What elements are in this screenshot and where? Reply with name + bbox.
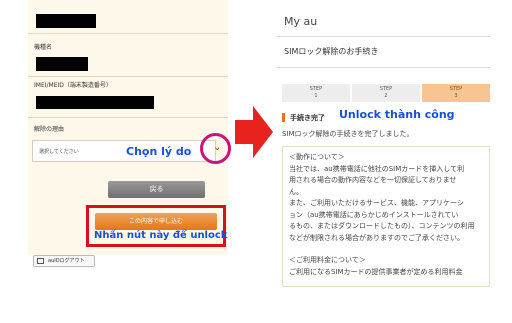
annotation-press-button: Nhấn nút này để unlock <box>94 230 228 241</box>
notice-line: るもの、またはダウンロードしたもの）、コンテンツの利用 <box>289 222 475 230</box>
redacted-model <box>36 57 88 71</box>
divider <box>276 36 490 37</box>
notice-line: また、ご利用いただけるサービス、機能、アプリケーシ <box>289 199 464 207</box>
submit-highlight-frame: この内容で申し込む Nhấn nút này để unlock <box>86 205 228 247</box>
reason-label: 解除の理由 <box>34 126 65 133</box>
brand-title: My au <box>284 15 318 28</box>
notice-line: などが制限される場合がありますのでご了承ください。 <box>289 233 464 242</box>
step-number: 1 <box>314 93 318 99</box>
logout-label: auIDログアウト <box>48 258 85 264</box>
divider <box>276 67 490 68</box>
annotation-unlock-success: Unlock thành công <box>339 108 455 121</box>
notice-line: ＜動作について＞ <box>289 153 345 161</box>
step-number: 3 <box>454 93 458 99</box>
step-indicator: STEP 1 STEP 2 STEP 3 <box>282 84 490 102</box>
page-title: SIMロック解除のお手続き <box>284 47 379 56</box>
heading-accent-bar <box>282 113 285 122</box>
notice-line: ＜ご利用料金について＞ <box>289 256 366 264</box>
divider <box>28 76 228 77</box>
sim-unlock-form: 機種名 IMEI/MEID（端末製造番号） 解除の理由 選択してください Chọ… <box>28 0 228 255</box>
dropdown-highlight-circle: ⌄ <box>200 133 231 164</box>
reason-select-placeholder: 選択してください <box>39 149 79 155</box>
redacted-value <box>36 14 96 28</box>
red-arrow-icon <box>235 106 273 158</box>
model-label: 機種名 <box>34 44 53 51</box>
step-label: STEP <box>449 86 463 92</box>
notice-line: 当社では、au携帯電話に他社のSIMカードを挿入して利 <box>289 164 465 173</box>
redacted-imei <box>36 96 154 109</box>
step-3: STEP 3 <box>422 84 490 102</box>
reason-select[interactable]: 選択してください Chọn lý do <box>32 140 216 162</box>
done-message: SIMロック解除の手続きを完了しました。 <box>282 130 414 138</box>
unlock-complete-page: My au SIMロック解除のお手続き STEP 1 STEP 2 STEP 3… <box>276 0 512 290</box>
done-heading-row: 手続き完了 Unlock thành công <box>282 108 492 124</box>
back-button[interactable]: 戻る <box>108 181 205 198</box>
step-label: STEP <box>379 86 393 92</box>
submit-button[interactable]: この内容で申し込む <box>95 213 217 230</box>
chevron-down-icon[interactable]: ⌄ <box>213 143 221 153</box>
logout-icon <box>37 258 44 264</box>
step-label: STEP <box>309 86 323 92</box>
divider <box>28 33 228 34</box>
done-heading: 手続き完了 <box>290 114 325 122</box>
annotation-select-reason: Chọn lý do <box>126 145 192 158</box>
notice-line: ご利用になるSIMカードの提供事業者が定める利用料金 <box>289 267 463 276</box>
notice-line: ョン（au携帯電話にあらかじめインストールされてい <box>289 210 459 219</box>
step-1: STEP 1 <box>282 84 350 102</box>
divider <box>28 117 228 118</box>
step-number: 2 <box>384 93 388 99</box>
logout-button[interactable]: auIDログアウト <box>33 255 95 267</box>
step-2: STEP 2 <box>352 84 420 102</box>
notice-line: 用される場合の動作内容などを一切保証しておりませ <box>289 176 457 184</box>
imei-label: IMEI/MEID（端末製造番号） <box>34 82 112 89</box>
notice-box[interactable]: ＜動作について＞ 当社では、au携帯電話に他社のSIMカードを挿入して利 用され… <box>282 146 490 287</box>
notice-line: ん。 <box>289 187 303 196</box>
